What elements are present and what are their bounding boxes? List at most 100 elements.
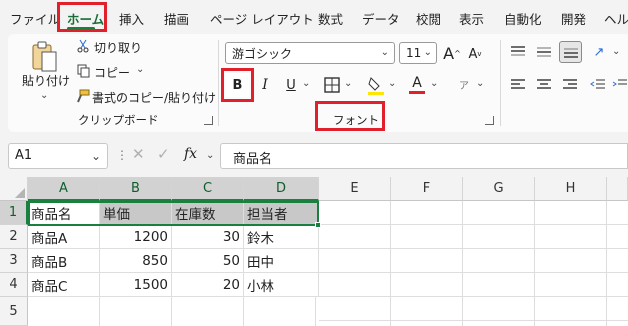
- cell-b3[interactable]: 850: [100, 249, 172, 273]
- increase-indent-button[interactable]: [612, 78, 628, 92]
- insert-function-button[interactable]: fx: [184, 146, 197, 162]
- tab-formulas[interactable]: 数式: [318, 9, 343, 28]
- fill-color-button[interactable]: [367, 74, 385, 96]
- decrease-indent-button[interactable]: [590, 78, 606, 92]
- copy-icon: [76, 63, 90, 79]
- paste-button[interactable]: [22, 38, 68, 76]
- shrink-font-icon: A: [468, 46, 478, 62]
- cell-a2[interactable]: 商品A: [28, 225, 100, 249]
- italic-button[interactable]: I: [256, 75, 274, 95]
- font-size-select[interactable]: 11 ⌄: [399, 42, 437, 64]
- font-group-label: フォント: [333, 113, 379, 127]
- chevron-down-icon[interactable]: ⌄: [476, 78, 484, 89]
- row-header-1[interactable]: 1: [0, 201, 28, 225]
- select-all-icon: [15, 188, 25, 198]
- empty-cells[interactable]: [319, 201, 628, 326]
- orientation-button[interactable]: ↗: [590, 43, 608, 61]
- column-header-a[interactable]: A: [28, 177, 100, 201]
- cell-b2[interactable]: 1200: [100, 225, 172, 249]
- cell-d3[interactable]: 田中: [244, 249, 319, 273]
- row-header-3[interactable]: 3: [0, 249, 28, 273]
- formula-input[interactable]: 商品名: [220, 143, 628, 169]
- cell-b4[interactable]: 1500: [100, 273, 172, 297]
- align-left-button[interactable]: [510, 78, 526, 92]
- tab-view[interactable]: 表示: [459, 9, 484, 28]
- chevron-down-icon[interactable]: ⌄: [206, 150, 214, 161]
- align-bottom-icon: [563, 48, 578, 58]
- column-header-e[interactable]: E: [319, 177, 391, 201]
- cell-c1[interactable]: 在庫数: [172, 201, 244, 225]
- grow-font-button[interactable]: A ^: [443, 43, 461, 63]
- column-header-d[interactable]: D: [244, 177, 319, 201]
- enter-icon[interactable]: ✓: [157, 145, 170, 163]
- font-color-button[interactable]: A: [408, 72, 426, 96]
- font-name-select[interactable]: 游ゴシック ⌄: [225, 42, 395, 64]
- more-options-icon[interactable]: ⋮: [116, 148, 128, 162]
- format-painter-icon: [74, 88, 90, 104]
- tab-developer[interactable]: 開発: [561, 9, 586, 28]
- align-right-icon: [563, 79, 577, 89]
- tab-review[interactable]: 校閲: [416, 9, 441, 28]
- chevron-down-icon[interactable]: ⌄: [612, 46, 620, 57]
- cell-d4[interactable]: 小林: [244, 273, 319, 297]
- chevron-down-icon[interactable]: ⌄: [430, 78, 438, 89]
- row-header-5[interactable]: 5: [0, 297, 28, 326]
- shrink-font-button[interactable]: Av: [467, 45, 483, 63]
- column-header-g[interactable]: G: [463, 177, 535, 201]
- cell-c3[interactable]: 50: [172, 249, 244, 273]
- tab-data[interactable]: データ: [362, 9, 400, 28]
- tab-file[interactable]: ファイル: [10, 9, 60, 28]
- cell-d2[interactable]: 鈴木: [244, 225, 319, 249]
- chevron-down-icon[interactable]: ⌄: [40, 90, 48, 101]
- row-header-4[interactable]: 4: [0, 273, 28, 297]
- border-button[interactable]: [323, 76, 341, 94]
- decrease-indent-icon: [590, 79, 605, 89]
- column-header-f[interactable]: F: [391, 177, 463, 201]
- tab-automate[interactable]: 自動化: [504, 9, 542, 28]
- align-middle-button[interactable]: [536, 45, 552, 59]
- tab-help[interactable]: ヘル: [604, 9, 628, 28]
- cell-c2[interactable]: 30: [172, 225, 244, 249]
- chevron-down-icon[interactable]: ⌄: [388, 78, 396, 89]
- cell-c4[interactable]: 20: [172, 273, 244, 297]
- cell-a3[interactable]: 商品B: [28, 249, 100, 273]
- clipboard-launcher-icon[interactable]: [204, 116, 213, 125]
- clipboard-group-label: クリップボード: [78, 113, 159, 127]
- cell-a4[interactable]: 商品C: [28, 273, 100, 297]
- chevron-down-icon[interactable]: ⌄: [344, 78, 352, 89]
- column-header-h[interactable]: H: [535, 177, 607, 201]
- cut-button[interactable]: 切り取り: [94, 39, 142, 56]
- select-all-corner[interactable]: [0, 177, 28, 201]
- font-launcher-icon[interactable]: [485, 116, 494, 125]
- row-header-2[interactable]: 2: [0, 225, 28, 249]
- fill-handle[interactable]: [315, 222, 321, 228]
- align-top-button[interactable]: [510, 45, 526, 59]
- cell-b1[interactable]: 単価: [100, 201, 172, 225]
- tab-page-layout[interactable]: ページ レイアウト: [210, 9, 314, 28]
- grow-font-icon: A: [443, 43, 455, 63]
- tab-insert[interactable]: 挿入: [119, 9, 144, 28]
- bold-button[interactable]: B: [226, 73, 249, 97]
- cell-a1[interactable]: 商品名: [28, 201, 100, 225]
- copy-button[interactable]: コピー: [94, 64, 130, 81]
- name-box[interactable]: A1 ⌄: [8, 143, 108, 169]
- phonetic-button[interactable]: ア: [455, 74, 473, 94]
- column-header-c[interactable]: C: [172, 177, 244, 201]
- column-header-partial[interactable]: [607, 177, 628, 201]
- align-bottom-button[interactable]: [559, 41, 582, 63]
- align-right-button[interactable]: [562, 78, 578, 92]
- underline-button[interactable]: U: [282, 75, 300, 95]
- align-center-button[interactable]: [536, 78, 552, 92]
- orientation-icon: ↗: [593, 44, 605, 60]
- cancel-icon[interactable]: ✕: [132, 145, 145, 163]
- chevron-down-icon[interactable]: ⌄: [136, 64, 144, 75]
- chevron-down-icon: ⌄: [423, 47, 432, 58]
- tab-draw[interactable]: 描画: [164, 9, 189, 28]
- font-color-icon: A: [412, 74, 422, 91]
- cell-d1[interactable]: 担当者: [244, 201, 319, 225]
- empty-row-5[interactable]: [28, 297, 319, 326]
- column-header-b[interactable]: B: [100, 177, 172, 201]
- chevron-down-icon[interactable]: ⌄: [302, 78, 310, 89]
- format-painter-button[interactable]: 書式のコピー/貼り付け: [92, 89, 216, 106]
- align-left-icon: [511, 79, 525, 89]
